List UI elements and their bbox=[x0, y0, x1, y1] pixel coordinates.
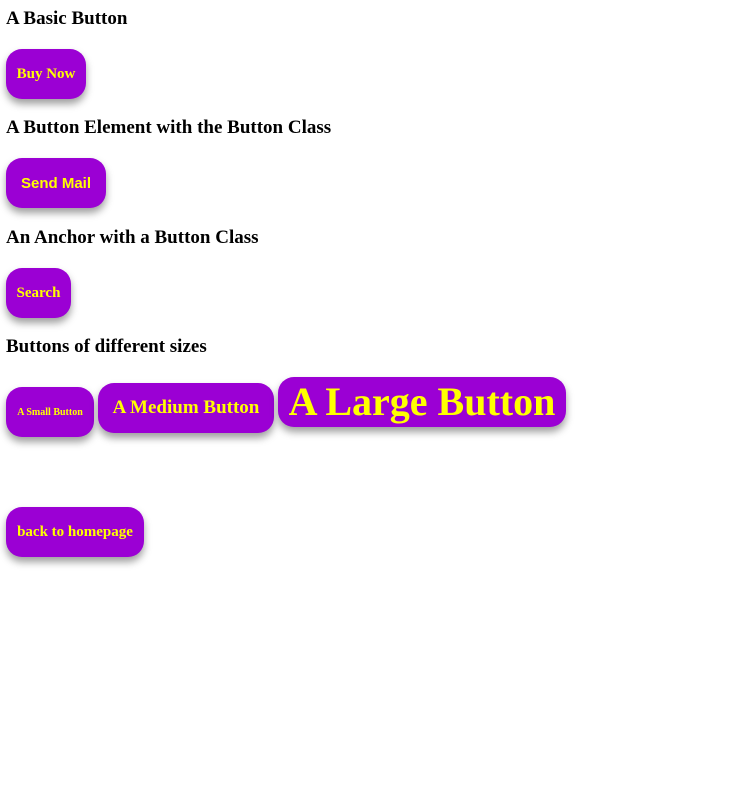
send-mail-button[interactable]: Send Mail bbox=[6, 158, 106, 208]
small-button[interactable]: A Small Button bbox=[6, 387, 94, 437]
heading-button-element: A Button Element with the Button Class bbox=[6, 117, 332, 138]
buy-now-button[interactable]: Buy Now bbox=[6, 49, 86, 99]
search-link-button[interactable]: Search bbox=[6, 268, 71, 318]
medium-button[interactable]: A Medium Button bbox=[98, 383, 274, 433]
heading-button-sizes: Buttons of different sizes bbox=[6, 336, 207, 357]
heading-basic-button: A Basic Button bbox=[6, 8, 128, 29]
back-to-homepage-button[interactable]: back to homepage bbox=[6, 507, 144, 557]
large-button[interactable]: A Large Button bbox=[278, 377, 566, 427]
heading-anchor-button: An Anchor with a Button Class bbox=[6, 227, 259, 248]
